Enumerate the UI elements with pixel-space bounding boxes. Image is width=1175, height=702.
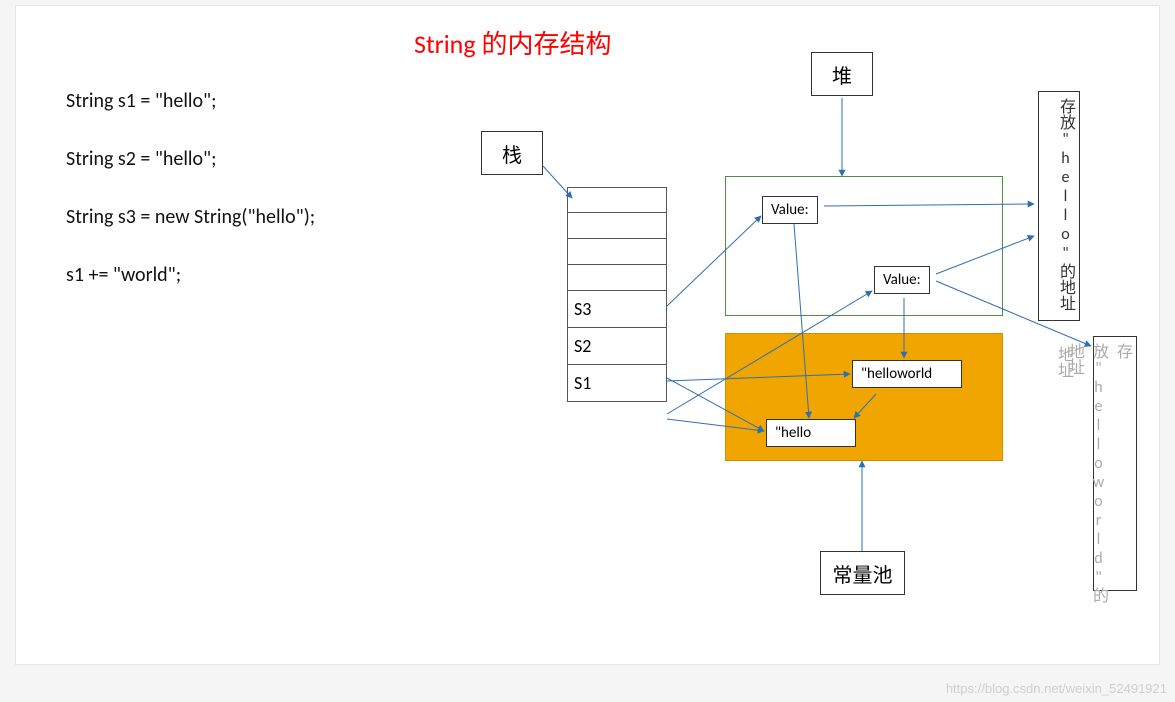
stack-frame: S3 S2 S1 bbox=[567, 187, 667, 402]
stack-row-s2: S2 bbox=[568, 328, 666, 365]
code-line-4: s1 += "world"; bbox=[66, 260, 315, 290]
watermark: https://blog.csdn.net/weixin_52491921 bbox=[946, 681, 1167, 696]
code-line-3: String s3 = new String("hello"); bbox=[66, 202, 315, 232]
stack-row bbox=[568, 239, 666, 265]
address-box-hello: 存放"hello"的地址 bbox=[1038, 91, 1080, 321]
code-line-1: String s1 = "hello"; bbox=[66, 86, 315, 116]
heap-object-value2: Value: bbox=[874, 266, 930, 294]
heap-object-value1: Value: bbox=[762, 196, 818, 224]
pool-literal-hello: "hello bbox=[766, 419, 856, 447]
code-block: String s1 = "hello"; String s2 = "hello"… bbox=[66, 86, 315, 318]
pool-literal-helloworld: "helloworld bbox=[852, 360, 962, 388]
stack-row bbox=[568, 265, 666, 291]
stack-row bbox=[568, 187, 666, 213]
diagram-canvas: String 的内存结构 String s1 = "hello"; String… bbox=[15, 5, 1160, 665]
diagram-title: String 的内存结构 bbox=[414, 24, 611, 61]
code-line-2: String s2 = "hello"; bbox=[66, 144, 315, 174]
stack-label: 栈 bbox=[481, 131, 543, 175]
stack-row-s1: S1 bbox=[568, 365, 666, 402]
address-box-helloworld: 存放"helloworld"的地址 bbox=[1093, 336, 1137, 591]
address-box-helloworld-dup: 地址 bbox=[1051, 346, 1075, 378]
heap-label: 堆 bbox=[811, 52, 873, 96]
stack-row-s3: S3 bbox=[568, 291, 666, 328]
stack-row bbox=[568, 213, 666, 239]
pool-label: 常量池 bbox=[820, 551, 905, 595]
